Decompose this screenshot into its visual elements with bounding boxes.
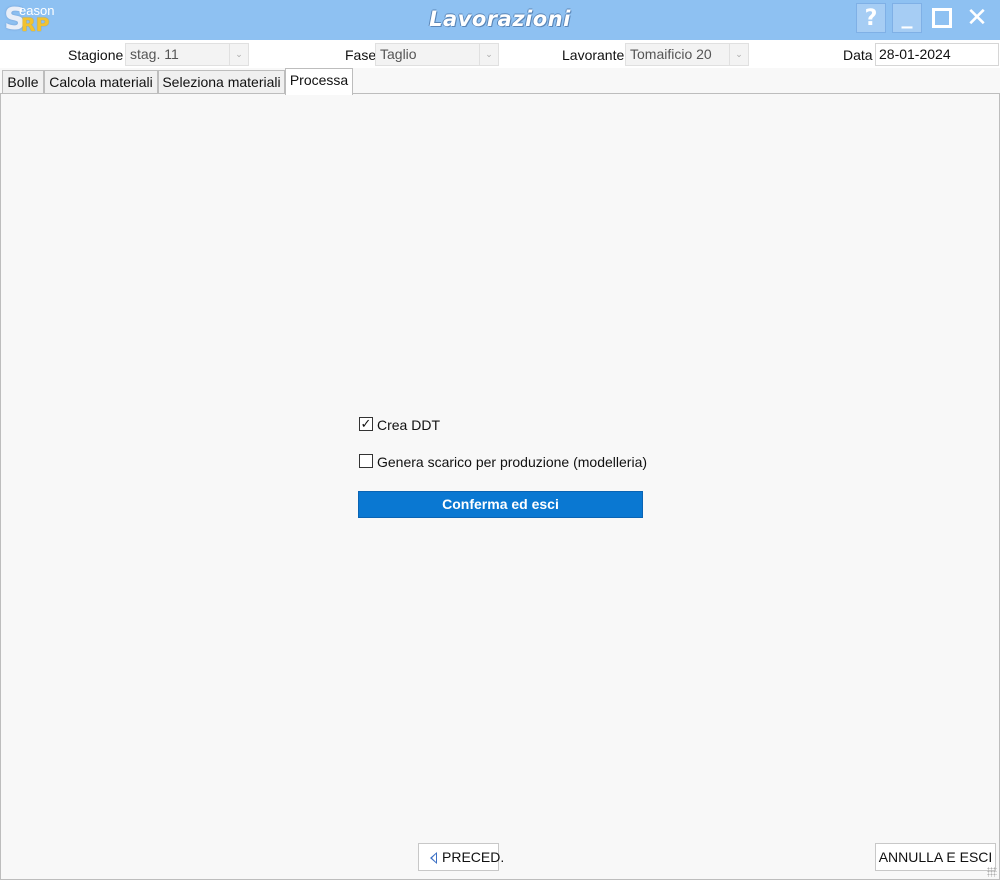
stagione-select[interactable]: stag. 11 ⌄ [125, 43, 249, 66]
window-title: Lavorazioni [429, 7, 571, 31]
previous-button[interactable]: PRECED. [418, 843, 504, 871]
filter-bar: Stagione stag. 11 ⌄ Fase Taglio ⌄ Lavora… [0, 40, 1000, 68]
genera-scarico-label: Genera scarico per produzione (modelleri… [377, 454, 648, 470]
data-label: Data [843, 47, 873, 63]
minimize-button[interactable]: _ [892, 3, 922, 33]
tab-calcola-materiali[interactable]: Calcola materiali [44, 70, 158, 94]
lavorante-label: Lavorante [562, 47, 625, 63]
close-button[interactable]: ✕ [962, 3, 992, 33]
crea-ddt-label: Crea DDT [377, 417, 441, 433]
lavorante-value: Tomaificio 20 [630, 46, 712, 62]
chevron-down-icon: ⌄ [229, 44, 248, 65]
lavorante-select[interactable]: Tomaificio 20 ⌄ [625, 43, 749, 66]
processa-panel: ✓ Crea DDT Genera scarico per produzione… [0, 93, 1000, 880]
tab-strip: Bolle Calcola materiali Seleziona materi… [0, 68, 1000, 95]
stagione-label: Stagione [68, 47, 124, 63]
title-bar: S eason RP Lavorazioni ? _ ✕ [0, 0, 1000, 40]
chevron-down-icon: ⌄ [729, 44, 748, 65]
cancel-exit-button[interactable]: ANNULLA E ESCI [875, 843, 996, 871]
maximize-icon [932, 8, 952, 28]
tab-processa[interactable]: Processa [285, 68, 353, 95]
maximize-button[interactable] [926, 3, 956, 33]
fase-select[interactable]: Taglio ⌄ [375, 43, 499, 66]
crea-ddt-checkbox[interactable]: ✓ [359, 417, 373, 431]
resize-grip-icon[interactable] [987, 867, 997, 877]
fase-value: Taglio [380, 46, 417, 62]
triangle-left-icon [430, 852, 437, 864]
tab-seleziona-materiali[interactable]: Seleziona materiali [158, 70, 285, 94]
chevron-down-icon: ⌄ [479, 44, 498, 65]
date-input[interactable]: 28-01-2024 [875, 43, 999, 66]
confirm-exit-button[interactable]: Conferma ed esci [358, 491, 643, 518]
help-button[interactable]: ? [856, 3, 886, 33]
genera-scarico-checkbox[interactable] [359, 454, 373, 468]
fase-label: Fase [345, 47, 377, 63]
stagione-value: stag. 11 [130, 46, 179, 62]
previous-button-label: PRECED. [442, 849, 505, 865]
tab-bolle[interactable]: Bolle [2, 70, 44, 94]
